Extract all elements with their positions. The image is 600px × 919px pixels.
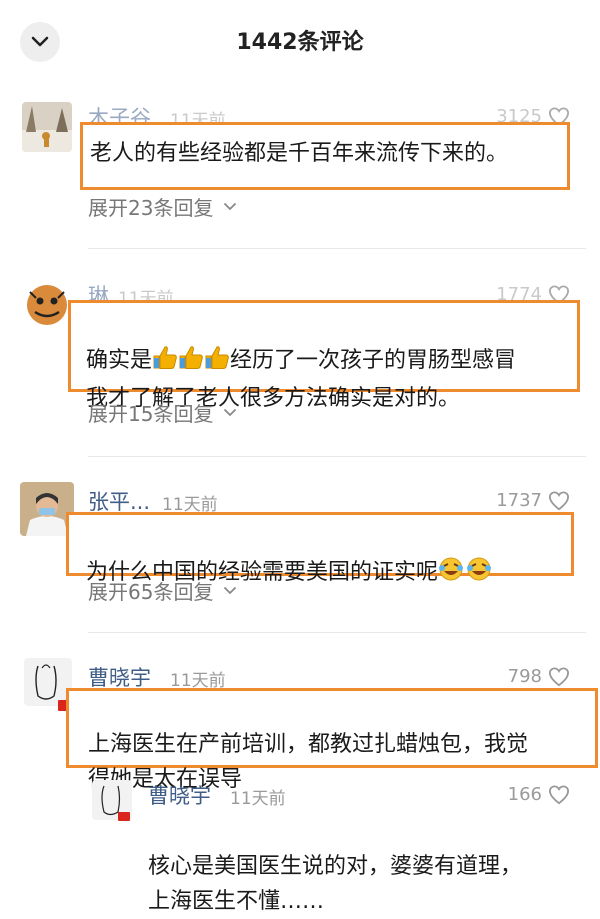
like-button[interactable]: 1737 xyxy=(496,490,570,511)
expand-replies-button[interactable]: 展开23条回复 xyxy=(88,192,237,221)
divider xyxy=(88,248,586,249)
expand-replies-label: 展开23条回复 xyxy=(88,196,214,220)
comment-item: 木子谷 11天前 3125 老人的有些经验都是千百年来流传下来的。 展开23条回… xyxy=(0,96,600,246)
laughing-crying-emoji xyxy=(438,556,492,593)
avatar[interactable] xyxy=(22,102,72,152)
divider xyxy=(88,456,586,457)
heart-icon xyxy=(548,784,570,804)
page-title: 1442条评论 xyxy=(236,30,364,55)
expand-replies-button[interactable]: 展开15条回复 xyxy=(88,398,237,427)
comment-item: 琳 11天前 1774 确实是 经历了一次孩子的胃肠型感冒 我才了解了老人很多方法确… xyxy=(0,270,600,440)
comment-text-part: 经历了一次孩子的胃肠型感冒 xyxy=(230,348,517,373)
reply-item: 曹晓宇 11天前 166 核心是美国医生说的对，婆婆有道理， 上海医生不懂…… xyxy=(0,772,600,914)
like-count: 166 xyxy=(507,784,542,805)
like-count: 798 xyxy=(507,666,542,687)
comment-item: 曹晓宇 11天前 798 上海医生在产前培训，都教过扎蜡烛包，我觉 得她是太在误导 xyxy=(0,652,600,792)
heart-icon xyxy=(548,490,570,510)
flag-badge xyxy=(118,812,130,821)
reply-author[interactable]: 曹晓宇 xyxy=(148,780,211,810)
comments-header: 1442条评论 xyxy=(0,0,600,84)
comment-item: 张平... 11天前 1737 为什么中国的经验需要美国的证实呢 展开65条回复 xyxy=(0,476,600,626)
expand-replies-button[interactable]: 展开65条回复 xyxy=(88,576,237,605)
like-count: 1737 xyxy=(496,490,542,511)
comment-text-part: 上海医生在产前培训，都教过扎蜡烛包，我觉 xyxy=(88,732,529,757)
reply-text: 核心是美国医生说的对，婆婆有道理， 上海医生不懂…… xyxy=(148,814,588,919)
like-button[interactable]: 166 xyxy=(508,784,570,805)
like-button[interactable]: 798 xyxy=(508,666,570,687)
chevron-down-icon xyxy=(224,202,237,211)
comment-text-part: 确实是 xyxy=(86,348,153,373)
reply-time: 11天前 xyxy=(230,789,286,809)
thumbs-up-emoji xyxy=(152,344,230,381)
expand-replies-label: 展开65条回复 xyxy=(88,580,214,604)
reply-text-part: 核心是美国医生说的对，婆婆有道理， xyxy=(148,854,523,879)
expand-replies-label: 展开15条回复 xyxy=(88,402,214,426)
chevron-down-icon xyxy=(224,408,237,417)
comment-text: 老人的有些经验都是千百年来流传下来的。 xyxy=(90,141,509,166)
divider xyxy=(88,632,586,633)
reply-text-part: 上海医生不懂…… xyxy=(148,889,325,914)
heart-icon xyxy=(548,666,570,686)
avatar[interactable] xyxy=(24,658,72,706)
chevron-down-icon xyxy=(224,586,237,595)
avatar[interactable] xyxy=(20,278,74,332)
